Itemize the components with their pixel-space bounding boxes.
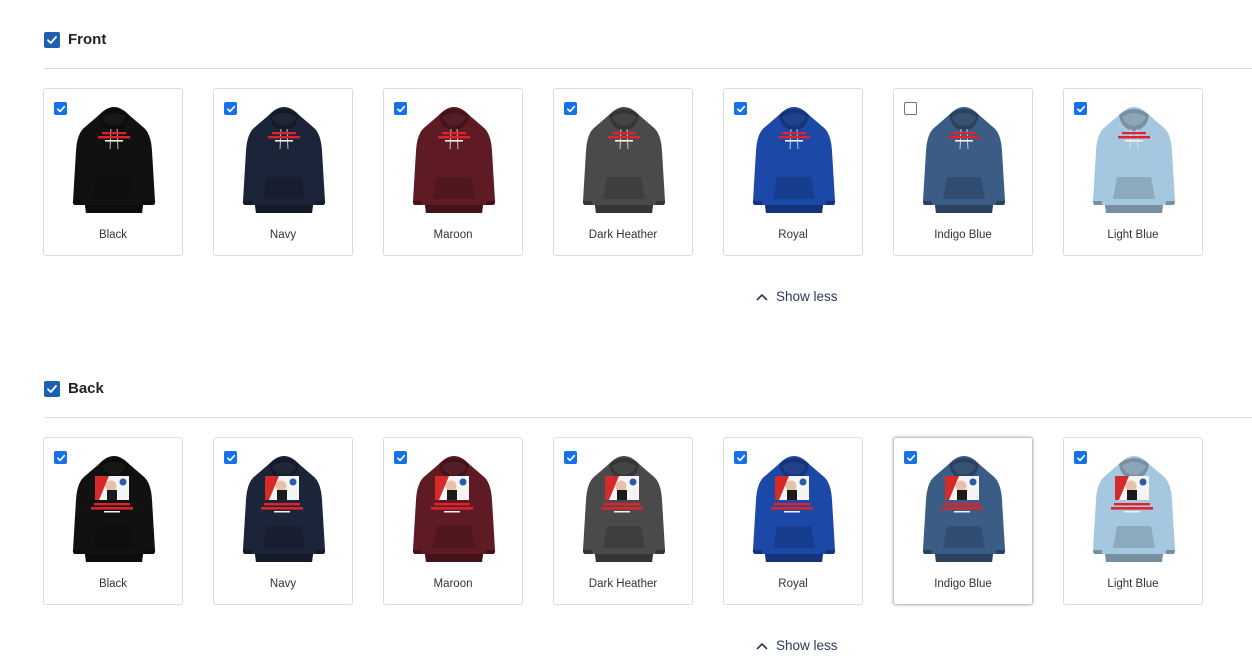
checkmark-icon [396, 105, 405, 112]
variant-label: Royal [778, 229, 808, 241]
variant-checkbox[interactable] [394, 102, 407, 115]
variant-label: Dark Heather [588, 578, 658, 590]
back-title: Back [68, 380, 104, 397]
hoodie-image [412, 456, 496, 562]
variant-card-black[interactable]: Black [43, 88, 183, 256]
variant-card-indigo-blue[interactable]: Indigo Blue [893, 88, 1033, 256]
variant-checkbox[interactable] [564, 451, 577, 464]
back-show-less-button[interactable]: Show less [756, 638, 838, 653]
variant-checkbox[interactable] [1074, 451, 1087, 464]
checkmark-icon [906, 454, 915, 461]
variant-checkbox[interactable] [734, 451, 747, 464]
variant-label: Maroon [433, 229, 473, 241]
hoodie-image [582, 456, 666, 562]
variant-label: Royal [778, 578, 808, 590]
variant-label: Light Blue [1107, 578, 1159, 590]
variant-checkbox[interactable] [224, 451, 237, 464]
variant-checkbox[interactable] [54, 102, 67, 115]
hoodie-image [752, 107, 836, 213]
back-show-less-label: Show less [776, 638, 838, 653]
front-divider [44, 68, 1252, 69]
front-show-less-button[interactable]: Show less [756, 289, 838, 304]
variant-card-black[interactable]: Black [43, 437, 183, 605]
variant-label: Navy [269, 229, 297, 241]
checkmark-icon [56, 454, 65, 461]
variant-label: Light Blue [1107, 229, 1159, 241]
hoodie-image [1092, 107, 1176, 213]
chevron-up-icon [756, 293, 768, 300]
variant-checkbox[interactable] [1074, 102, 1087, 115]
hoodie-image [922, 456, 1006, 562]
hoodie-image [922, 107, 1006, 213]
variant-label: Navy [269, 578, 297, 590]
front-show-less-label: Show less [776, 289, 838, 304]
variant-label: Dark Heather [588, 229, 658, 241]
variant-label: Black [98, 229, 128, 241]
hoodie-image [72, 456, 156, 562]
variant-card-maroon[interactable]: Maroon [383, 437, 523, 605]
variant-checkbox[interactable] [904, 451, 917, 464]
variant-label: Maroon [433, 578, 473, 590]
hoodie-image [752, 456, 836, 562]
back-header: Back [44, 380, 104, 397]
hoodie-image [582, 107, 666, 213]
variant-card-light-blue[interactable]: Light Blue [1063, 88, 1203, 256]
variant-checkbox[interactable] [54, 451, 67, 464]
variant-label: Black [98, 578, 128, 590]
checkmark-icon [47, 384, 57, 393]
variant-card-maroon[interactable]: Maroon [383, 88, 523, 256]
hoodie-image [72, 107, 156, 213]
back-divider [44, 417, 1252, 418]
checkmark-icon [566, 105, 575, 112]
hoodie-image [412, 107, 496, 213]
front-title: Front [68, 31, 107, 48]
checkmark-icon [736, 454, 745, 461]
variant-card-navy[interactable]: Navy [213, 437, 353, 605]
hoodie-image [242, 456, 326, 562]
checkmark-icon [566, 454, 575, 461]
variant-card-indigo-blue[interactable]: Indigo Blue [893, 437, 1033, 605]
checkmark-icon [736, 105, 745, 112]
variant-card-light-blue[interactable]: Light Blue [1063, 437, 1203, 605]
variant-checkbox[interactable] [564, 102, 577, 115]
checkmark-icon [226, 105, 235, 112]
checkmark-icon [56, 105, 65, 112]
checkmark-icon [396, 454, 405, 461]
back-checkbox[interactable] [44, 380, 60, 397]
variant-checkbox[interactable] [224, 102, 237, 115]
variant-card-dark-heather[interactable]: Dark Heather [553, 88, 693, 256]
variant-label: Indigo Blue [934, 578, 992, 590]
checkmark-icon [226, 454, 235, 461]
variant-checkbox[interactable] [734, 102, 747, 115]
front-header: Front [44, 31, 106, 48]
variant-checkbox[interactable] [394, 451, 407, 464]
checkmark-icon [1076, 454, 1085, 461]
variant-card-royal[interactable]: Royal [723, 437, 863, 605]
hoodie-image [242, 107, 326, 213]
checkmark-icon [47, 35, 57, 44]
variant-card-royal[interactable]: Royal [723, 88, 863, 256]
chevron-up-icon [756, 642, 768, 649]
variant-card-navy[interactable]: Navy [213, 88, 353, 256]
variant-checkbox[interactable] [904, 102, 917, 115]
hoodie-image [1092, 456, 1176, 562]
checkmark-icon [1076, 105, 1085, 112]
variant-card-dark-heather[interactable]: Dark Heather [553, 437, 693, 605]
variant-label: Indigo Blue [934, 229, 992, 241]
front-checkbox[interactable] [44, 31, 60, 48]
